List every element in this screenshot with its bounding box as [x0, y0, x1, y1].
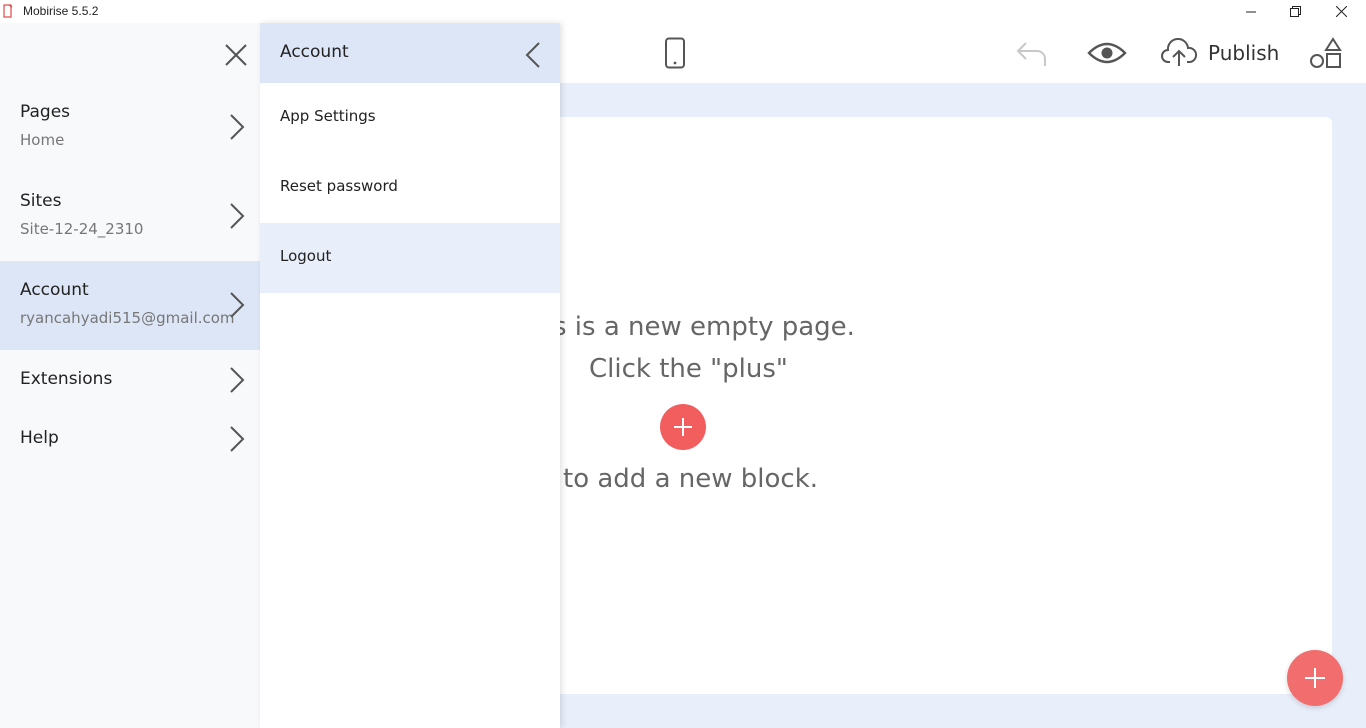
submenu-item-logout[interactable]: Logout: [260, 223, 560, 293]
chevron-right-icon: [230, 426, 245, 452]
sidebar-item-sites[interactable]: Sites Site-12-24_2310: [0, 172, 260, 260]
chevron-right-icon: [230, 114, 245, 140]
page-canvas: [545, 117, 1332, 694]
chevron-right-icon: [230, 203, 245, 229]
sidebar-item-help[interactable]: Help: [0, 409, 260, 468]
sidebar-item-account[interactable]: Account ryancahyadi515@gmail.com: [0, 261, 260, 350]
sidebar-item-subtitle: Site-12-24_2310: [20, 220, 144, 238]
preview-button[interactable]: [1085, 39, 1129, 67]
sidebar-item-subtitle: Home: [20, 131, 65, 149]
submenu-item-label: Reset password: [280, 177, 398, 195]
main-menu-sidebar: Pages Home Sites Site-12-24_2310 Account…: [0, 23, 260, 728]
mobirise-logo-icon: [3, 4, 13, 18]
shapes-icon: [1310, 37, 1342, 68]
publish-button[interactable]: Publish: [1160, 36, 1279, 70]
add-block-fab[interactable]: [1287, 650, 1343, 706]
sidebar-item-title: Account: [20, 280, 89, 300]
sidebar-item-title: Pages: [20, 102, 71, 122]
minimize-icon: [1246, 11, 1256, 12]
submenu-title: Account: [280, 42, 349, 62]
restore-button[interactable]: [1272, 0, 1318, 23]
minimize-button[interactable]: [1228, 0, 1274, 23]
mobile-view-button[interactable]: [660, 36, 690, 70]
eye-icon: [1087, 42, 1127, 64]
empty-page-text-line1: s is a new empty page.: [553, 312, 855, 342]
submenu-item-app-settings[interactable]: App Settings: [260, 83, 560, 153]
empty-page-text-line2: Click the "plus": [589, 354, 788, 384]
account-submenu: Account App Settings Reset password Logo…: [260, 23, 560, 728]
blocks-button[interactable]: [1306, 35, 1346, 71]
sidebar-item-title: Help: [20, 428, 59, 448]
publish-label: Publish: [1208, 41, 1280, 65]
chevron-left-icon[interactable]: [524, 41, 542, 69]
undo-icon: [1016, 42, 1046, 66]
undo-button[interactable]: [1012, 37, 1052, 69]
window-titlebar: Mobirise 5.5.2: [0, 0, 1366, 23]
sidebar-item-pages[interactable]: Pages Home: [0, 83, 260, 171]
submenu-item-label: Logout: [280, 247, 332, 265]
submenu-header: Account: [260, 23, 560, 83]
close-window-button[interactable]: [1318, 0, 1364, 23]
window-title: Mobirise 5.5.2: [23, 4, 99, 18]
plus-icon: [674, 418, 692, 436]
chevron-right-icon: [230, 292, 245, 318]
sidebar-item-extensions[interactable]: Extensions: [0, 350, 260, 409]
restore-icon: [1289, 6, 1301, 17]
phone-icon: [665, 37, 685, 69]
close-icon: [225, 44, 247, 66]
sidebar-item-title: Extensions: [20, 369, 113, 389]
plus-icon: [1305, 668, 1325, 688]
cloud-upload-icon: [1161, 38, 1198, 66]
close-icon: [1335, 6, 1347, 17]
submenu-item-reset-password[interactable]: Reset password: [260, 153, 560, 223]
sidebar-item-title: Sites: [20, 191, 62, 211]
add-block-inline-button[interactable]: [660, 404, 706, 450]
submenu-item-label: App Settings: [280, 107, 376, 125]
sidebar-item-subtitle: ryancahyadi515@gmail.com: [20, 309, 235, 327]
close-menu-button[interactable]: [220, 39, 252, 71]
empty-page-text-line3: to add a new block.: [563, 464, 819, 494]
chevron-right-icon: [230, 367, 245, 393]
